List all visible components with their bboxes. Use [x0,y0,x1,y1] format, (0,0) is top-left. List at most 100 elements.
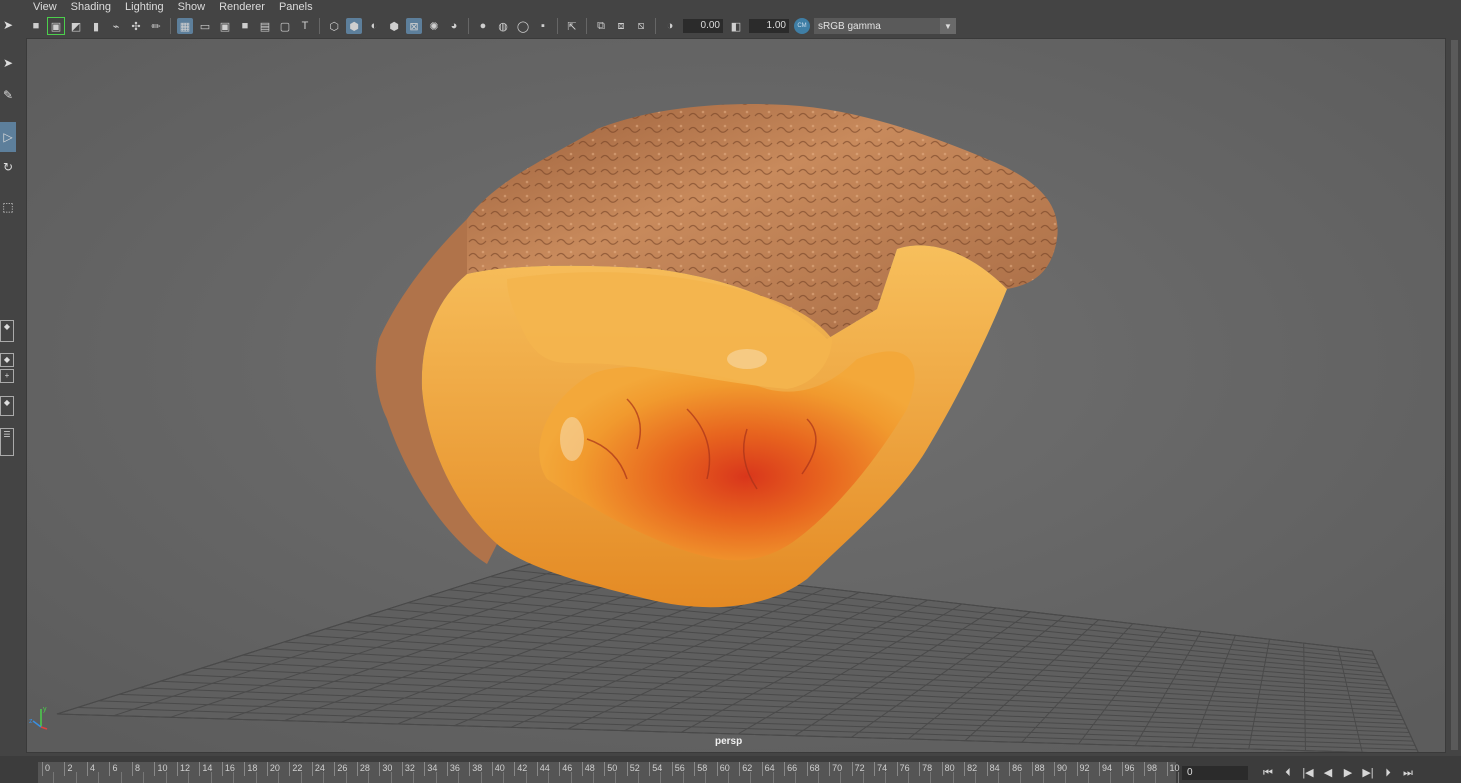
play-forward-icon[interactable]: ▶ [1338,765,1358,781]
camera-icon[interactable]: ■ [28,18,44,34]
safe-action-icon[interactable]: ▢ [277,18,293,34]
scrollbar-handle[interactable] [1451,40,1458,750]
paint-select-tool-icon[interactable]: ✎ [0,84,16,106]
safe-title-icon[interactable]: T [297,18,313,34]
go-to-start-icon[interactable]: ⏮ [1258,765,1278,781]
toolbar-divider [468,18,469,34]
xray-active-icon[interactable]: ⧈ [613,18,629,34]
timeline-tick-label: 0 [42,762,50,776]
timeline-minor-tick [660,772,662,783]
timeline-minor-tick [750,772,752,783]
menu-view[interactable]: View [26,0,64,14]
film-gate-icon[interactable]: ▭ [197,18,213,34]
exposure-field[interactable]: 0.00 [683,19,723,33]
isolate-select-icon[interactable]: ⇱ [564,18,580,34]
xray-joints-icon[interactable]: ⧉ [593,18,609,34]
timeline-minor-tick [233,772,235,783]
single-perspective-layout-icon[interactable]: ◆ [0,320,14,342]
current-frame-field[interactable]: 0 [1182,766,1248,780]
timeline-minor-tick [1110,772,1112,783]
timeline-minor-tick [637,772,639,783]
camera-name-label: persp [715,736,743,747]
timeline-minor-tick [975,772,977,783]
menu-panels[interactable]: Panels [272,0,320,14]
field-chart-icon[interactable]: ▤ [257,18,273,34]
backface-culling-icon[interactable]: ⧅ [633,18,649,34]
perspective-viewport[interactable]: y z persp [26,38,1446,753]
gate-mask-icon[interactable]: ■ [237,18,253,34]
color-management-icon[interactable]: CM [794,18,810,34]
right-scrollbar[interactable] [1448,0,1461,783]
timeline-minor-tick [75,772,77,783]
exposure-icon[interactable]: ◑ [662,18,678,34]
go-to-end-icon[interactable]: ⏭ [1398,765,1418,781]
timeline-minor-tick [120,772,122,783]
timeline-minor-tick [1065,772,1067,783]
timeline-minor-tick [1087,772,1089,783]
panel-list-icon[interactable]: ☰ [0,428,14,456]
step-forward-key-icon[interactable]: ⏵ [1378,765,1398,781]
scale-tool-icon[interactable]: ⬚ [0,196,16,218]
play-backward-icon[interactable]: ◀ [1318,765,1338,781]
add-layout-icon[interactable]: + [0,369,14,383]
step-back-frame-icon[interactable]: |◀ [1298,765,1318,781]
view-transform-value: sRGB gamma [818,20,881,32]
bookmark-icon[interactable]: ▮ [88,18,104,34]
timeline-minor-tick [907,772,909,783]
screen-space-ao-icon[interactable]: ● [475,18,491,34]
timeline-minor-tick [817,772,819,783]
menu-show[interactable]: Show [171,0,213,14]
timeline-tick-label: 8 [131,762,140,776]
outliner-layout-icon[interactable]: ◆ [0,396,14,416]
timeline-minor-tick [390,772,392,783]
timeline-minor-tick [997,772,999,783]
step-back-key-icon[interactable]: ⏴ [1278,765,1298,781]
gamma-field[interactable]: 1.00 [749,19,789,33]
wireframe-icon[interactable]: ⬡ [326,18,342,34]
svg-text:z: z [29,718,33,725]
rotate-tool-icon[interactable]: ↻ [0,156,16,178]
panel-toolbar: ■ ▣ ◩ ▮ ⌁ ✣ ✏ ▦ ▭ ▣ ■ ▤ ▢ T ⬡ ⬢ ◐ ⬢ ⊠ ✺ … [26,14,1446,38]
timeline-minor-tick [615,772,617,783]
shadows-icon[interactable]: ◕ [446,18,462,34]
timeline-minor-tick [1020,772,1022,783]
default-material-icon[interactable]: ◐ [366,18,382,34]
lasso-tool-icon[interactable]: ➤ [0,52,16,74]
view-transform-dropdown[interactable]: sRGB gamma ▼ [814,18,956,34]
timeline-minor-tick [480,772,482,783]
grid-icon[interactable]: ▦ [177,18,193,34]
menu-shading[interactable]: Shading [64,0,118,14]
menu-lighting[interactable]: Lighting [118,0,171,14]
resolution-gate-icon[interactable]: ▣ [217,18,233,34]
step-forward-frame-icon[interactable]: ▶| [1358,765,1378,781]
time-ruler[interactable]: 0 2 4 6 8 10 12 14 16 18 20 22 24 26 28 30 32 34 36 38 40 42 4… [38,762,1180,783]
four-view-layout-icon[interactable]: ◆ [0,353,14,367]
xray-icon[interactable]: ⊠ [406,18,422,34]
timeline-minor-tick [368,772,370,783]
timeline-minor-tick [503,772,505,783]
camera-attribute-icon[interactable]: ◩ [68,18,84,34]
2d-pan-icon[interactable]: ✣ [128,18,144,34]
timeline-minor-tick [98,772,100,783]
image-plane-icon[interactable]: ⌁ [108,18,124,34]
timeline-minor-tick [525,772,527,783]
chevron-down-icon[interactable]: ▼ [940,18,956,34]
depth-of-field-icon[interactable]: ▪ [535,18,551,34]
anti-aliasing-icon[interactable]: ◯ [515,18,531,34]
timeline-minor-tick [840,772,842,783]
select-tool-icon[interactable]: ➤ [0,14,16,36]
time-slider: 0 2 4 6 8 10 12 14 16 18 20 22 24 26 28 30 32 34 36 38 40 42 4… [0,756,1461,783]
grease-pencil-icon[interactable]: ✏ [148,18,164,34]
move-tool-icon[interactable]: ▷ [0,122,16,152]
motion-blur-icon[interactable]: ◍ [495,18,511,34]
timeline-minor-tick [53,772,55,783]
timeline-minor-tick [727,772,729,783]
timeline-minor-tick [570,772,572,783]
wireframe-on-shaded-icon[interactable]: ⬢ [386,18,402,34]
lock-camera-icon[interactable]: ▣ [47,17,65,35]
timeline-minor-tick [143,772,145,783]
menu-renderer[interactable]: Renderer [212,0,272,14]
smooth-shade-icon[interactable]: ⬢ [346,18,362,34]
gamma-icon[interactable]: ◧ [728,18,744,34]
use-lights-icon[interactable]: ✺ [426,18,442,34]
